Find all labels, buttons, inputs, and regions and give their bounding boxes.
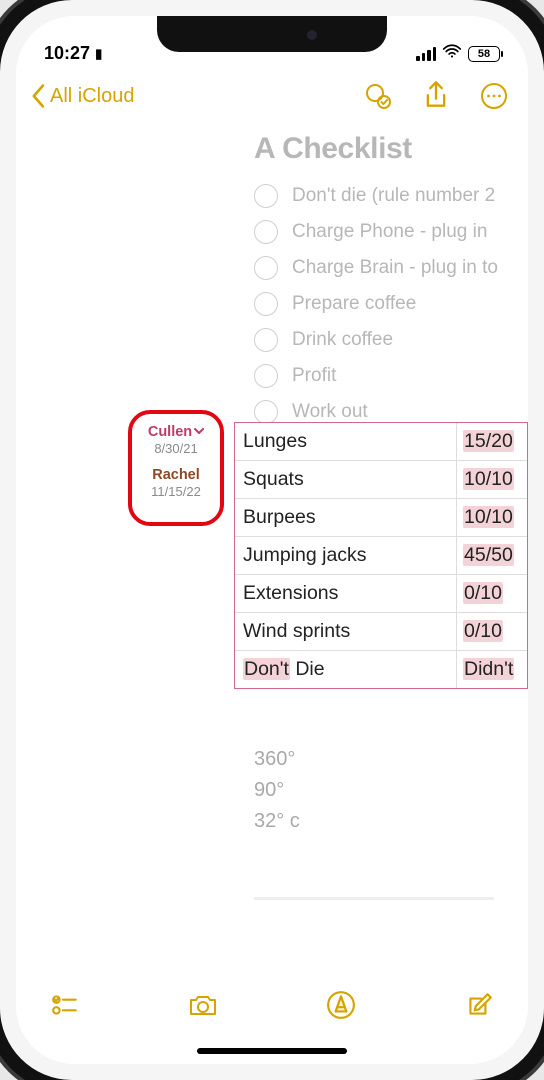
screen: 10:27 ▮ 58 All iCloud xyxy=(16,16,528,1064)
table-row[interactable]: Extensions0/10 xyxy=(235,575,527,613)
checkbox-icon[interactable] xyxy=(254,292,278,316)
note-body[interactable]: A Checklist Don't die (rule number 2 Cha… xyxy=(16,120,528,900)
checklist-item[interactable]: Don't die (rule number 2 xyxy=(254,178,528,214)
checklist-item[interactable]: Charge Phone - plug in xyxy=(254,214,528,250)
collaborator-entry[interactable]: Cullen 8/30/21 xyxy=(138,424,214,459)
markup-icon[interactable] xyxy=(326,990,356,1020)
checklist-tool-icon[interactable] xyxy=(50,990,80,1020)
checklist: Don't die (rule number 2 Charge Phone - … xyxy=(16,178,528,430)
checkbox-icon[interactable] xyxy=(254,220,278,244)
checklist-item[interactable]: Charge Brain - plug in to xyxy=(254,250,528,286)
table-row[interactable]: Don't Die Didn't xyxy=(235,651,527,688)
camera-icon[interactable] xyxy=(188,990,218,1020)
checkbox-icon[interactable] xyxy=(254,400,278,424)
chevron-down-icon xyxy=(194,424,204,441)
collaborator-entry[interactable]: Rachel 11/15/22 xyxy=(138,467,214,502)
collaborator-annotations[interactable]: Cullen 8/30/21 Rachel 11/15/22 xyxy=(128,410,224,526)
wifi-icon xyxy=(442,44,462,64)
back-label: All iCloud xyxy=(50,85,134,108)
workout-table[interactable]: Lunges15/20 Squats10/10 Burpees10/10 Jum… xyxy=(234,422,528,689)
table-row[interactable]: Wind sprints0/10 xyxy=(235,613,527,651)
plain-text-lines[interactable]: 360° 90° 32° c xyxy=(16,744,528,837)
checklist-item[interactable]: Prepare coffee xyxy=(254,286,528,322)
compose-icon[interactable] xyxy=(464,990,494,1020)
battery-icon: 58 xyxy=(468,46,500,62)
table-row[interactable]: Lunges15/20 xyxy=(235,423,527,461)
cellular-icon xyxy=(416,47,436,61)
nav-bar: All iCloud xyxy=(16,68,528,120)
checkbox-icon[interactable] xyxy=(254,364,278,388)
status-time: 10:27 ▮ xyxy=(44,43,102,64)
chevron-left-icon xyxy=(30,83,48,109)
notch xyxy=(157,16,387,52)
share-icon[interactable] xyxy=(422,82,450,110)
checkbox-icon[interactable] xyxy=(254,328,278,352)
table-row[interactable]: Burpees10/10 xyxy=(235,499,527,537)
checklist-item[interactable]: Profit xyxy=(254,358,528,394)
collaborate-icon[interactable] xyxy=(364,82,392,110)
note-title: A Checklist xyxy=(16,124,528,178)
table-row[interactable]: Squats10/10 xyxy=(235,461,527,499)
more-icon[interactable] xyxy=(480,82,508,110)
home-indicator[interactable] xyxy=(197,1048,347,1054)
attachment-separator xyxy=(254,897,494,900)
iphone-frame: 10:27 ▮ 58 All iCloud xyxy=(0,0,544,1080)
checkbox-icon[interactable] xyxy=(254,256,278,280)
back-button[interactable]: All iCloud xyxy=(30,83,134,109)
checklist-item[interactable]: Drink coffee xyxy=(254,322,528,358)
table-row[interactable]: Jumping jacks45/50 xyxy=(235,537,527,575)
checkbox-icon[interactable] xyxy=(254,184,278,208)
alarm-icon: ▮ xyxy=(95,46,102,61)
